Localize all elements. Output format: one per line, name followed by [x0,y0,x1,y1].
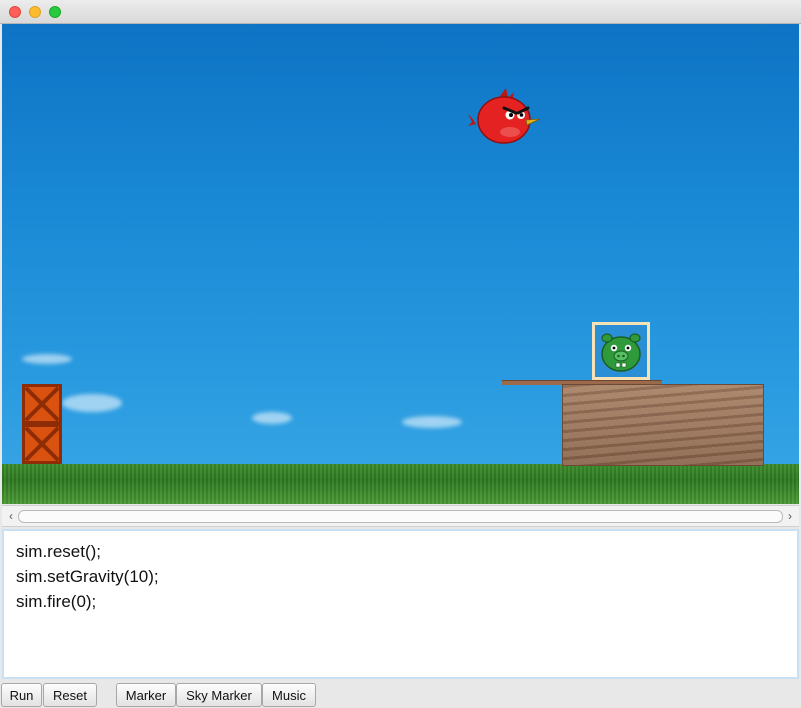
zoom-window-button[interactable] [49,6,61,18]
scroll-track[interactable] [18,510,783,523]
window-titlebar [0,0,801,24]
code-line: sim.setGravity(10); [16,567,159,586]
code-line: sim.reset(); [16,542,101,561]
scroll-left-icon[interactable]: ‹ [4,506,18,526]
reset-button[interactable]: Reset [43,683,97,707]
scroll-right-icon[interactable]: › [783,506,797,526]
cloud [402,416,462,428]
music-button[interactable]: Music [262,683,316,707]
pig-target [592,322,650,380]
game-scene[interactable] [2,24,799,504]
marker-button[interactable]: Marker [116,683,176,707]
wood-block [562,384,764,466]
red-bird [466,86,542,151]
code-editor[interactable]: sim.reset(); sim.setGravity(10); sim.fir… [2,529,799,679]
crate-top [22,384,62,424]
grass-ground [2,464,799,504]
green-pig-icon [601,333,641,372]
close-window-button[interactable] [9,6,21,18]
code-line: sim.fire(0); [16,592,97,611]
minimize-window-button[interactable] [29,6,41,18]
horizontal-scrollbar[interactable]: ‹ › [2,505,799,527]
crate-bottom [22,424,62,464]
cloud [22,354,72,364]
sky-marker-button[interactable]: Sky Marker [176,683,262,707]
bottom-toolbar: Run Reset Marker Sky Marker Music [0,682,801,708]
cloud [62,394,122,412]
run-button[interactable]: Run [1,683,42,707]
cloud [252,412,292,424]
red-bird-icon [468,88,541,144]
